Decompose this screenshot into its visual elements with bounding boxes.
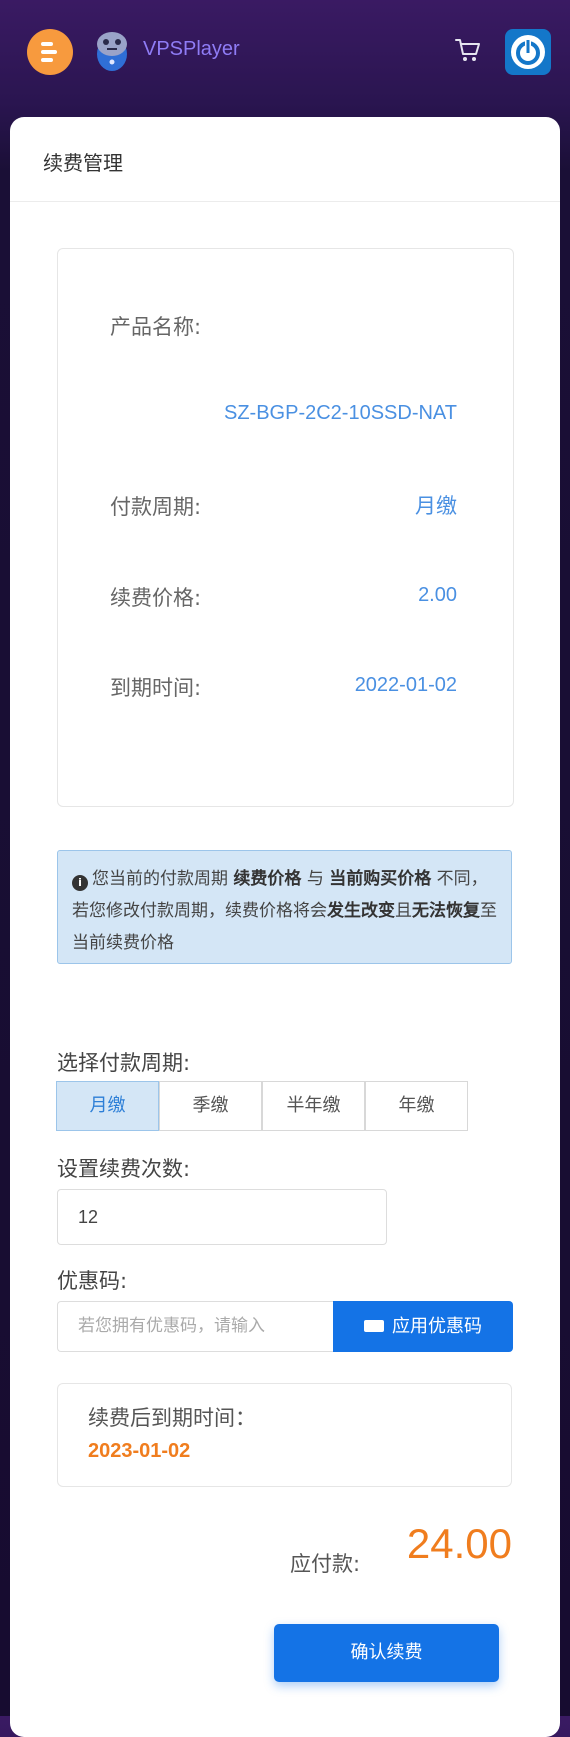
expire-value: 2022-01-02 [354,674,457,696]
info-icon: i [72,875,88,891]
new-expire-value: 2023-01-02 [88,1440,191,1462]
period-selector: 月缴 季缴 半年缴 年缴 [56,1081,468,1131]
period-label: 付款周期: [110,495,202,519]
period-option-monthly[interactable]: 月缴 [56,1081,159,1131]
coupon-input[interactable]: 若您拥有优惠码，请输入 [57,1301,334,1352]
new-expire-label: 续费后到期时间： [88,1406,256,1430]
power-icon[interactable] [505,29,551,75]
new-expire-panel: 续费后到期时间： 2023-01-02 [57,1383,512,1487]
apply-coupon-button[interactable]: 应用优惠码 [333,1301,513,1352]
period-option-annual[interactable]: 年缴 [365,1081,468,1131]
robot-logo-icon [97,32,127,71]
top-header: VPSPlayer [0,0,570,110]
renew-count-input[interactable]: 12 [57,1189,387,1245]
coupon-label: 优惠码: [57,1269,128,1293]
page-title: 续费管理 [43,151,123,175]
price-label: 续费价格: [110,586,202,610]
product-name-label: 产品名称: [110,315,202,339]
renewal-card: 续费管理 产品名称: SZ-BGP-2C2-10SSD-NAT 付款周期: 月缴… [10,117,560,1737]
ticket-icon [364,1320,384,1332]
menu-icon[interactable] [27,29,73,75]
info-alert: i 您当前的付款周期 续费价格 与 当前购买价格 不同，若您修改付款周期，续费价格… [57,850,512,964]
count-label: 设置续费次数: [57,1157,191,1181]
price-value: 2.00 [418,584,457,606]
product-name-value: SZ-BGP-2C2-10SSD-NAT [223,402,457,424]
confirm-renew-button[interactable]: 确认续费 [274,1624,499,1682]
period-option-quarterly[interactable]: 季缴 [159,1081,262,1131]
amount-due-value: 24.00 [406,1520,512,1567]
amount-due-label: 应付款: [290,1552,361,1576]
period-value: 月缴 [415,495,457,518]
divider [10,201,560,202]
cart-icon[interactable] [454,36,482,64]
brand-name[interactable]: VPSPlayer [143,38,240,61]
period-option-semiannual[interactable]: 半年缴 [262,1081,365,1131]
expire-label: 到期时间: [110,676,202,700]
product-info-panel: 产品名称: SZ-BGP-2C2-10SSD-NAT 付款周期: 月缴 续费价格… [57,248,514,807]
period-select-label: 选择付款周期: [57,1051,191,1075]
